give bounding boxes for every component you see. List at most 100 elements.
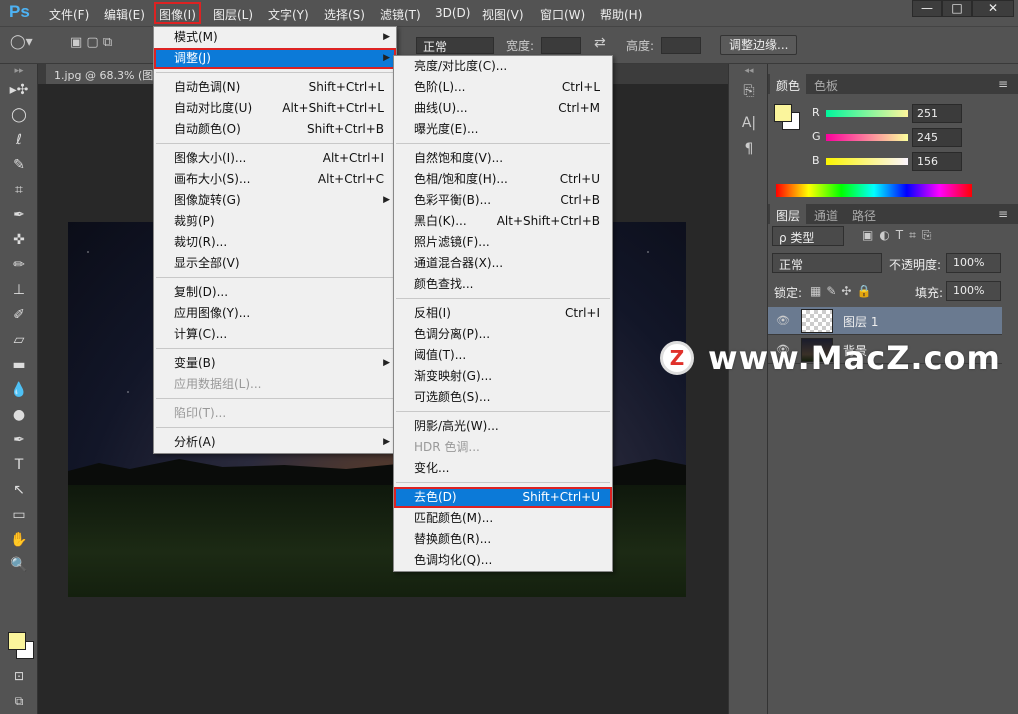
eyedropper-tool-icon[interactable]: ✒ [0, 203, 38, 228]
zoom-tool-icon[interactable]: 🔍 [0, 553, 38, 578]
style-select[interactable]: 正常 [416, 37, 494, 54]
blur-tool-icon[interactable]: 💧 [0, 378, 38, 403]
menu-item[interactable]: 模式(M) ▶ [154, 27, 396, 48]
blend-mode-select[interactable]: 正常 [772, 253, 882, 273]
crop-tool-icon[interactable]: ⌗ [0, 178, 38, 203]
layer-filter-select[interactable]: ρ 类型 [772, 226, 844, 246]
menu-3d[interactable]: 3D(D) [435, 6, 470, 20]
quick-mask-icon[interactable]: ⊡ [0, 664, 38, 689]
collapse-icon[interactable]: ▸▸ [0, 64, 38, 78]
history-panel-icon[interactable]: ⎘ [729, 78, 769, 104]
menu-item[interactable]: 反相(I) Ctrl+I [394, 303, 612, 324]
menu-select[interactable]: 选择(S) [324, 6, 365, 23]
menu-edit[interactable]: 编辑(E) [104, 6, 145, 23]
ellipse-marquee-icon[interactable]: ◯▾ [10, 34, 33, 50]
swap-icon[interactable]: ⇄ [594, 35, 606, 51]
pen-tool-icon[interactable]: ✒ [0, 428, 38, 453]
menu-help[interactable]: 帮助(H) [600, 6, 642, 23]
refine-edge-button[interactable]: 调整边缘... [720, 35, 798, 55]
dodge-tool-icon[interactable]: ● [0, 403, 38, 428]
path-select-tool-icon[interactable]: ↖ [0, 478, 38, 503]
menu-window[interactable]: 窗口(W) [540, 6, 585, 23]
green-value[interactable]: 245 [912, 128, 962, 147]
menu-item[interactable]: 变化... [394, 458, 612, 479]
menu-item[interactable]: 色彩平衡(B)... Ctrl+B [394, 190, 612, 211]
menu-item[interactable]: 自然饱和度(V)... [394, 148, 612, 169]
menu-item[interactable]: 去色(D) Shift+Ctrl+U [394, 487, 612, 508]
menu-item[interactable]: 复制(D)... [154, 282, 396, 303]
tab-paths[interactable]: 路径 [846, 204, 882, 224]
collapse-icon[interactable]: ◂◂ [729, 64, 769, 78]
menu-item[interactable]: 曝光度(E)... [394, 119, 612, 140]
menu-item[interactable]: 可选颜色(S)... [394, 387, 612, 408]
menu-item[interactable]: 匹配颜色(M)... [394, 508, 612, 529]
history-brush-tool-icon[interactable]: ✐ [0, 303, 38, 328]
menu-image[interactable]: 图像(I) [154, 2, 201, 24]
menu-view[interactable]: 视图(V) [482, 6, 524, 23]
menu-type[interactable]: 文字(Y) [268, 6, 309, 23]
menu-item[interactable]: 颜色查找... [394, 274, 612, 295]
healing-tool-icon[interactable]: ✜ [0, 228, 38, 253]
tab-layers[interactable]: 图层 [770, 204, 807, 224]
shape-tool-icon[interactable]: ▭ [0, 503, 38, 528]
menu-item[interactable]: 通道混合器(X)... [394, 253, 612, 274]
tab-color[interactable]: 颜色 [770, 74, 807, 94]
menu-item[interactable]: 曲线(U)... Ctrl+M [394, 98, 612, 119]
menu-item[interactable]: 色相/饱和度(H)... Ctrl+U [394, 169, 612, 190]
color-spectrum[interactable] [776, 184, 972, 197]
menu-item[interactable]: 阴影/高光(W)... [394, 416, 612, 437]
menu-file[interactable]: 文件(F) [49, 6, 89, 23]
menu-item[interactable]: 应用图像(Y)... [154, 303, 396, 324]
menu-item[interactable]: 变量(B) ▶ [154, 353, 396, 374]
menu-item[interactable]: 调整(J) ▶ [154, 48, 396, 69]
close-button[interactable]: ✕ [972, 0, 1014, 17]
red-value[interactable]: 251 [912, 104, 962, 123]
panel-menu-icon[interactable]: ≡ [992, 204, 1014, 224]
lasso-tool-icon[interactable]: ℓ [0, 128, 38, 153]
fill-input[interactable]: 100% [946, 281, 1001, 301]
menu-item[interactable]: 裁剪(P) [154, 211, 396, 232]
menu-item[interactable]: 替换颜色(R)... [394, 529, 612, 550]
menu-item[interactable]: 阈值(T)... [394, 345, 612, 366]
green-slider[interactable] [826, 134, 908, 141]
menu-item[interactable]: 黑白(K)... Alt+Shift+Ctrl+B [394, 211, 612, 232]
layer-row[interactable]: 👁 图层 1 [768, 307, 1002, 335]
opacity-input[interactable]: 100% [946, 253, 1001, 273]
blue-slider[interactable] [826, 158, 908, 165]
tab-channels[interactable]: 通道 [808, 204, 844, 224]
menu-filter[interactable]: 滤镜(T) [380, 6, 421, 23]
menu-item[interactable]: 计算(C)... [154, 324, 396, 345]
move-tool-icon[interactable]: ▸✣ [0, 78, 38, 103]
panel-menu-icon[interactable]: ≡ [992, 74, 1014, 94]
red-slider[interactable] [826, 110, 908, 117]
type-tool-icon[interactable]: T [0, 453, 38, 478]
menu-item[interactable]: 色调分离(P)... [394, 324, 612, 345]
width-input[interactable] [541, 37, 581, 54]
hand-tool-icon[interactable]: ✋ [0, 528, 38, 553]
menu-item[interactable]: 分析(A) ▶ [154, 432, 396, 453]
menu-item[interactable]: 图像旋转(G) ▶ [154, 190, 396, 211]
brush-tool-icon[interactable]: ✏ [0, 253, 38, 278]
menu-item[interactable]: 亮度/对比度(C)... [394, 56, 612, 77]
menu-item[interactable]: 图像大小(I)... Alt+Ctrl+I [154, 148, 396, 169]
menu-item[interactable]: 画布大小(S)... Alt+Ctrl+C [154, 169, 396, 190]
maximize-button[interactable]: □ [942, 0, 972, 17]
gradient-tool-icon[interactable]: ▬ [0, 353, 38, 378]
quick-select-tool-icon[interactable]: ✎ [0, 153, 38, 178]
layer-name[interactable]: 图层 1 [843, 313, 878, 330]
menu-item[interactable]: 照片滤镜(F)... [394, 232, 612, 253]
menu-item[interactable]: 自动色调(N) Shift+Ctrl+L [154, 77, 396, 98]
menu-item[interactable]: 渐变映射(G)... [394, 366, 612, 387]
menu-item[interactable]: 色调均化(Q)... [394, 550, 612, 571]
blue-value[interactable]: 156 [912, 152, 962, 171]
selection-mode-icons[interactable]: ▣ ▢ ⧉ [70, 35, 112, 50]
menu-layer[interactable]: 图层(L) [213, 6, 253, 23]
ellipse-marquee-tool-icon[interactable]: ◯ [0, 103, 38, 128]
menu-item[interactable]: 自动颜色(O) Shift+Ctrl+B [154, 119, 396, 140]
character-panel-icon[interactable]: A| [729, 110, 769, 136]
layer-filter-icons[interactable]: ▣◐T⌗⎘ [862, 228, 938, 243]
eraser-tool-icon[interactable]: ▱ [0, 328, 38, 353]
menu-item[interactable]: 自动对比度(U) Alt+Shift+Ctrl+L [154, 98, 396, 119]
lock-icons[interactable]: ▦✎✣🔒 [810, 284, 876, 298]
menu-item[interactable]: 裁切(R)... [154, 232, 396, 253]
